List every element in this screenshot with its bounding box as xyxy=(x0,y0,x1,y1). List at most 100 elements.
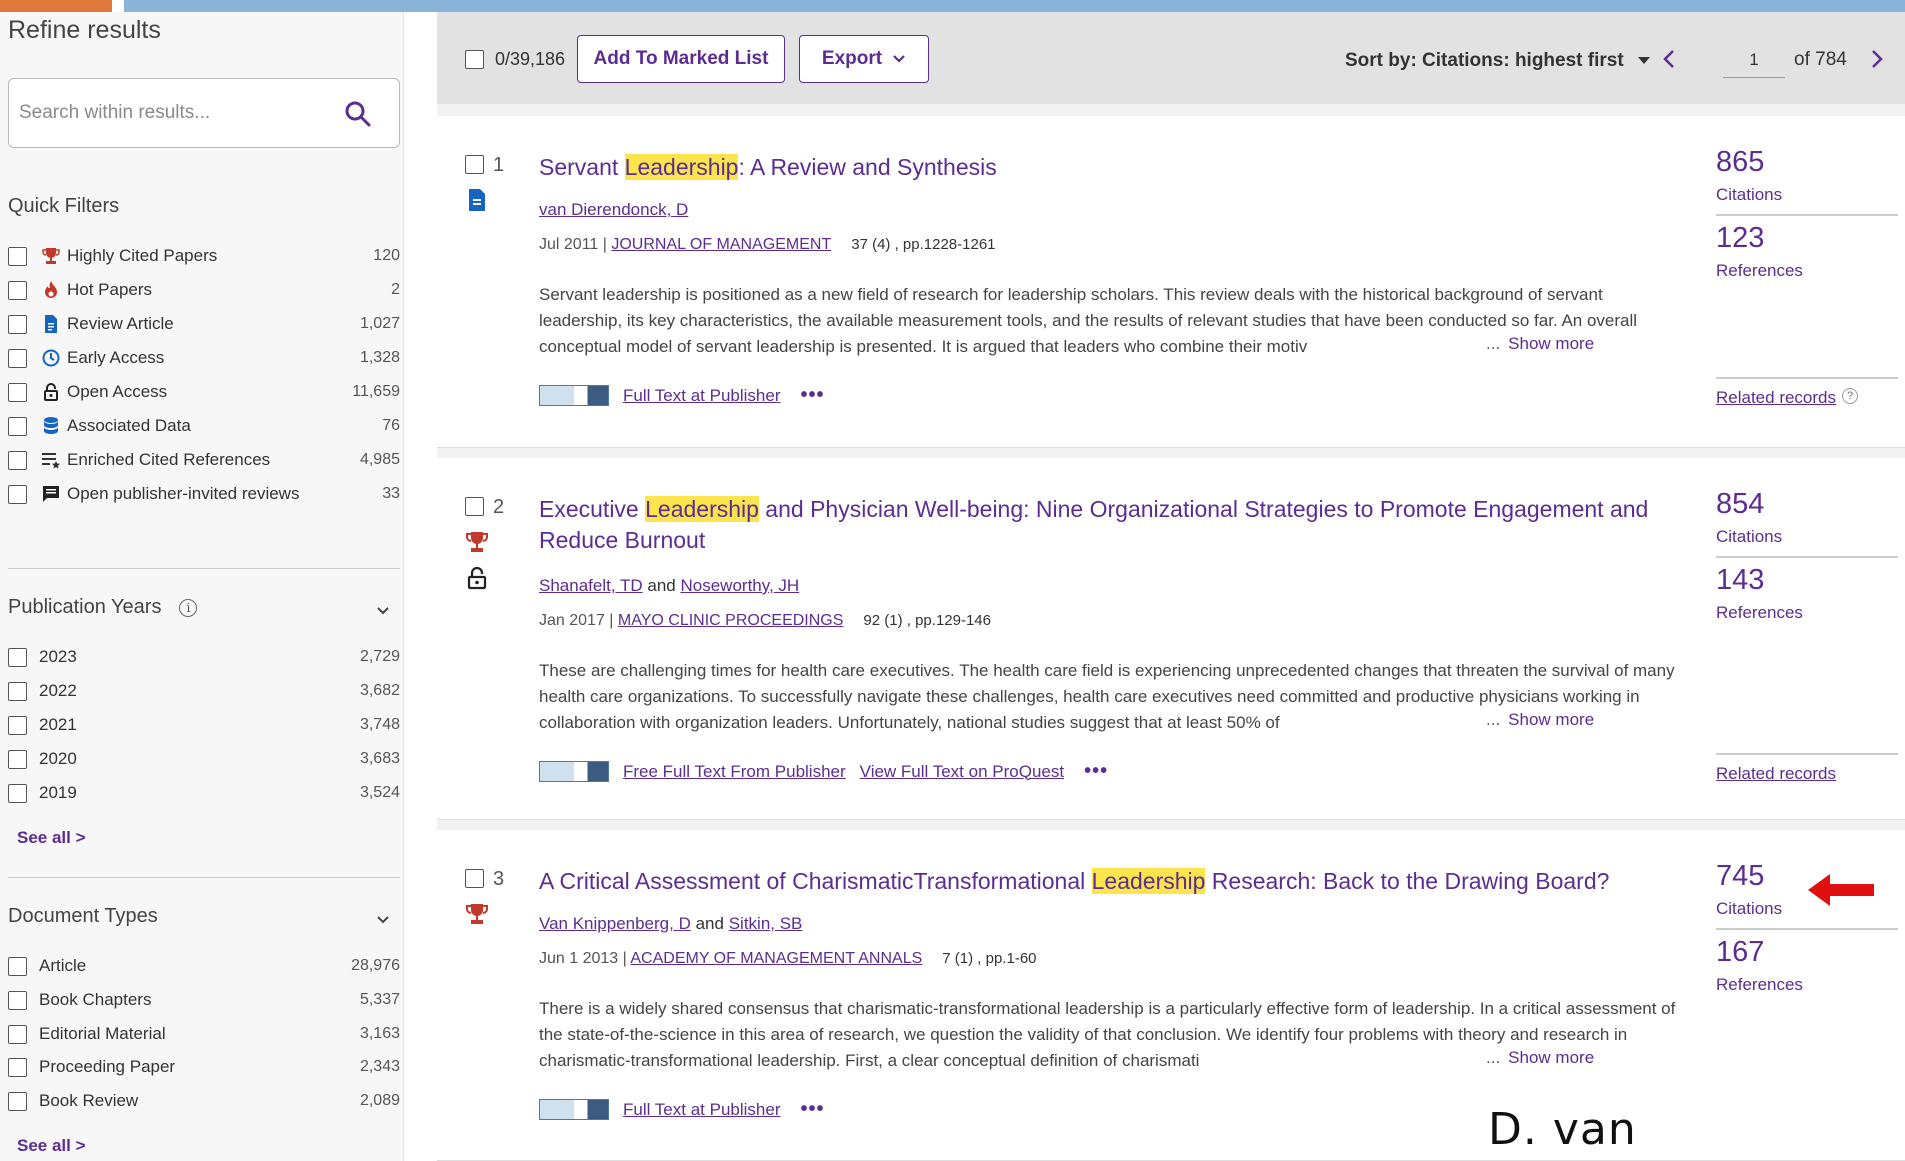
checkbox[interactable] xyxy=(8,450,27,470)
journal-link[interactable]: ACADEMY OF MANAGEMENT ANNALS xyxy=(630,950,922,967)
comment-icon xyxy=(41,484,61,504)
filter-early-access[interactable]: Early Access 1,328 xyxy=(8,343,400,373)
show-more-link[interactable]: ... Show more xyxy=(1486,1048,1594,1068)
record-title[interactable]: Executive Leadership and Physician Well-… xyxy=(539,494,1669,556)
record-title[interactable]: Servant Leadership: A Review and Synthes… xyxy=(539,152,1669,183)
filter-year-2019[interactable]: 2019 3,524 xyxy=(8,778,400,808)
filter-doctype-book-chapters[interactable]: Book Chapters 5,337 xyxy=(8,985,400,1015)
journal-link[interactable]: JOURNAL OF MANAGEMENT xyxy=(611,236,831,253)
related-records-link[interactable]: Related records xyxy=(1716,764,1836,784)
checkbox[interactable] xyxy=(8,990,27,1010)
filter-open-access[interactable]: Open Access 11,659 xyxy=(8,377,400,407)
divider xyxy=(1716,928,1898,930)
checkbox[interactable] xyxy=(8,348,27,368)
checkbox[interactable] xyxy=(8,314,27,334)
filter-doctype-article[interactable]: Article 28,976 xyxy=(8,951,400,981)
filter-doctype-book-review[interactable]: Book Review 2,089 xyxy=(8,1086,400,1116)
add-to-marked-list-button[interactable]: Add To Marked List xyxy=(577,35,785,83)
filter-count: 11,659 xyxy=(352,383,400,400)
document-types-title[interactable]: Document Types xyxy=(8,905,158,928)
checkbox[interactable] xyxy=(8,1091,27,1111)
trophy-icon xyxy=(466,904,488,924)
checkbox[interactable] xyxy=(8,382,27,402)
filter-year-2020[interactable]: 2020 3,683 xyxy=(8,744,400,774)
related-records-link[interactable]: Related records? xyxy=(1716,388,1859,408)
filter-doctype-proceeding[interactable]: Proceeding Paper 2,343 xyxy=(8,1052,400,1082)
select-all-checkbox[interactable] xyxy=(465,50,484,69)
full-text-link[interactable]: Full Text at Publisher xyxy=(623,1100,780,1120)
record-checkbox[interactable] xyxy=(465,497,484,516)
checkbox[interactable] xyxy=(8,246,27,266)
export-label: Export xyxy=(821,48,883,69)
author-link[interactable]: Sitkin, SB xyxy=(729,914,803,933)
filter-year-2023[interactable]: 2023 2,729 xyxy=(8,642,400,672)
filter-open-publisher-reviews[interactable]: Open publisher-invited reviews 33 xyxy=(8,479,400,509)
free-full-text-link[interactable]: Free Full Text From Publisher xyxy=(623,762,846,782)
citations-count[interactable]: 745 xyxy=(1716,860,1764,893)
next-page-icon[interactable] xyxy=(1867,48,1887,70)
previous-page-icon[interactable] xyxy=(1659,48,1679,70)
filter-hot-papers[interactable]: Hot Papers 2 xyxy=(8,275,400,305)
page-number-input[interactable] xyxy=(1723,42,1785,78)
full-text-finder-icon[interactable] xyxy=(539,1099,609,1120)
filter-count: 4,985 xyxy=(359,451,400,468)
more-options-icon[interactable]: ••• xyxy=(1084,760,1108,783)
help-icon[interactable]: ? xyxy=(1842,388,1859,404)
filter-highly-cited[interactable]: Highly Cited Papers 120 xyxy=(8,241,400,271)
chevron-down-icon[interactable] xyxy=(376,913,390,927)
checkbox[interactable] xyxy=(8,956,27,976)
full-text-link[interactable]: Full Text at Publisher xyxy=(623,386,780,406)
checkbox[interactable] xyxy=(8,681,27,701)
checkbox[interactable] xyxy=(8,647,27,667)
sort-dropdown[interactable]: Sort by: Citations: highest first xyxy=(1345,50,1651,72)
filter-associated-data[interactable]: Associated Data 76 xyxy=(8,411,400,441)
references-count[interactable]: 143 xyxy=(1716,564,1764,597)
filter-count: 33 xyxy=(382,485,400,502)
checkbox[interactable] xyxy=(8,1024,27,1044)
checkbox[interactable] xyxy=(8,280,27,300)
citations-label: Citations xyxy=(1716,185,1783,204)
more-options-icon[interactable]: ••• xyxy=(800,384,824,407)
filter-year-2022[interactable]: 2022 3,682 xyxy=(8,676,400,706)
checkbox[interactable] xyxy=(8,783,27,803)
filter-year-2021[interactable]: 2021 3,748 xyxy=(8,710,400,740)
checkbox[interactable] xyxy=(8,715,27,735)
record-checkbox[interactable] xyxy=(465,155,484,174)
citations-count[interactable]: 854 xyxy=(1716,488,1764,521)
record-title[interactable]: A Critical Assessment of CharismaticTran… xyxy=(539,866,1669,897)
checkbox[interactable] xyxy=(8,484,27,504)
info-icon[interactable]: i xyxy=(179,598,198,617)
author-link[interactable]: Van Knippenberg, D xyxy=(539,914,691,933)
see-all-doctypes-link[interactable]: See all > xyxy=(17,1136,86,1156)
more-options-icon[interactable]: ••• xyxy=(800,1098,824,1121)
references-count[interactable]: 123 xyxy=(1716,222,1764,255)
trophy-icon xyxy=(41,246,61,266)
author-link[interactable]: Noseworthy, JH xyxy=(680,576,799,595)
checkbox[interactable] xyxy=(8,1057,27,1077)
checkbox[interactable] xyxy=(8,749,27,769)
record-checkbox[interactable] xyxy=(465,869,484,888)
export-button[interactable]: Export xyxy=(799,35,929,83)
filter-enriched-cited-references[interactable]: Enriched Cited References 4,985 xyxy=(8,445,400,475)
checkbox[interactable] xyxy=(8,416,27,436)
author-link[interactable]: van Dierendonck, D xyxy=(539,200,688,219)
chevron-down-icon[interactable] xyxy=(376,604,390,618)
filter-doctype-editorial[interactable]: Editorial Material 3,163 xyxy=(8,1019,400,1049)
publication-years-title[interactable]: Publication Years i xyxy=(8,596,198,619)
references-count[interactable]: 167 xyxy=(1716,936,1764,969)
filter-label: Proceeding Paper xyxy=(39,1057,176,1076)
journal-link[interactable]: MAYO CLINIC PROCEEDINGS xyxy=(618,612,844,629)
author-link[interactable]: Shanafelt, TD xyxy=(539,576,643,595)
filter-review-article[interactable]: Review Article 1,027 xyxy=(8,309,400,339)
filter-label: Highly Cited Papers xyxy=(67,246,218,265)
search-within-input[interactable] xyxy=(19,97,319,129)
show-more-link[interactable]: ... Show more xyxy=(1486,334,1594,354)
title-text: Servant xyxy=(539,154,625,180)
see-all-years-link[interactable]: See all > xyxy=(17,828,86,848)
search-icon[interactable] xyxy=(343,99,373,129)
proquest-link[interactable]: View Full Text on ProQuest xyxy=(860,762,1064,782)
full-text-finder-icon[interactable] xyxy=(539,761,609,782)
show-more-link[interactable]: ... Show more xyxy=(1486,710,1594,730)
full-text-finder-icon[interactable] xyxy=(539,385,609,406)
citations-count[interactable]: 865 xyxy=(1716,146,1764,179)
